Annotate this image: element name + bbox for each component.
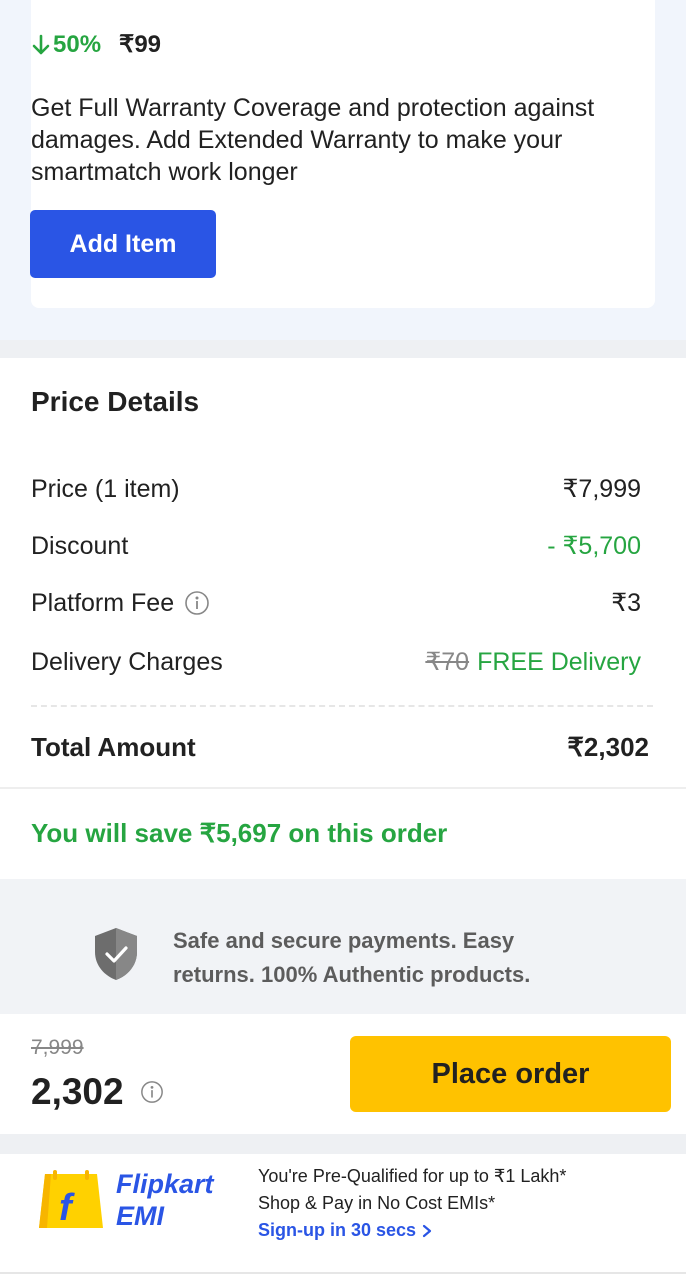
- platform-fee-value: ₹3: [611, 589, 641, 617]
- total-value: ₹2,302: [567, 732, 649, 762]
- warranty-amount: ₹99: [119, 31, 162, 58]
- price-details-title: Price Details: [31, 386, 200, 417]
- place-order-button[interactable]: Place order: [350, 1036, 671, 1112]
- delivery-label: Delivery Charges: [31, 647, 223, 676]
- delivery-row: Delivery Charges ₹70 FREE Delivery: [31, 647, 641, 677]
- emi-signup-label: Sign-up in 30 secs: [258, 1220, 417, 1240]
- emi-brand-line1: Flipkart: [116, 1169, 214, 1199]
- emi-offer: You're Pre-Qualified for up to ₹1 Lakh* …: [258, 1163, 566, 1244]
- total-row: Total Amount ₹2,302: [31, 732, 649, 763]
- warranty-description: Get Full Warranty Coverage and protectio…: [31, 94, 595, 186]
- emi-signup-link[interactable]: Sign-up in 30 secs: [258, 1217, 566, 1244]
- arrow-down-icon: [32, 34, 50, 54]
- final-price-value: 2,302: [31, 1071, 124, 1112]
- secure-payments-text: Safe and secure payments. Easy returns. …: [173, 928, 531, 987]
- dashed-divider: [31, 705, 653, 707]
- warranty-discount-value: 50%: [53, 30, 102, 58]
- discount-label: Discount: [31, 531, 129, 560]
- delivery-value: FREE Delivery: [477, 648, 641, 676]
- chevron-right-icon: [422, 1224, 432, 1237]
- discount-row: Discount - ₹5,700: [31, 531, 641, 561]
- price-row: Price (1 item) ₹7,999: [31, 474, 641, 504]
- emi-brand: Flipkart EMI: [116, 1168, 214, 1232]
- emi-line2: Shop & Pay in No Cost EMIs*: [258, 1193, 496, 1213]
- price-value: ₹7,999: [562, 475, 641, 503]
- price-label: Price (1 item): [31, 474, 180, 503]
- original-price: 7,999: [31, 1036, 84, 1059]
- platform-fee-row: Platform Fee ₹3: [31, 588, 641, 618]
- platform-fee-label: Platform Fee: [31, 588, 175, 617]
- savings-text: You will save ₹5,697 on this order: [31, 818, 448, 848]
- warranty-discount: 50%: [31, 31, 101, 59]
- info-icon[interactable]: [184, 590, 210, 616]
- shield-check-icon: [95, 928, 137, 980]
- flipkart-emi-logo-icon[interactable]: f: [31, 1170, 111, 1232]
- delivery-original-price: ₹70: [425, 648, 470, 676]
- emi-line1: You're Pre-Qualified for up to ₹1 Lakh*: [258, 1166, 567, 1186]
- delivery-value-wrap: ₹70 FREE Delivery: [425, 647, 641, 677]
- emi-brand-line2: EMI: [116, 1201, 165, 1231]
- info-icon[interactable]: [140, 1080, 164, 1104]
- divider-line: [0, 787, 686, 789]
- total-label: Total Amount: [31, 732, 196, 762]
- final-price: 2,302: [31, 1071, 164, 1113]
- section-divider: [0, 1134, 686, 1154]
- warranty-price: 50% ₹99: [31, 30, 161, 59]
- platform-fee-label-wrap: Platform Fee: [31, 589, 210, 618]
- divider-line: [0, 1272, 686, 1274]
- discount-value: - ₹5,700: [547, 532, 641, 560]
- add-item-button[interactable]: Add Item: [30, 210, 216, 278]
- section-divider: [0, 340, 686, 358]
